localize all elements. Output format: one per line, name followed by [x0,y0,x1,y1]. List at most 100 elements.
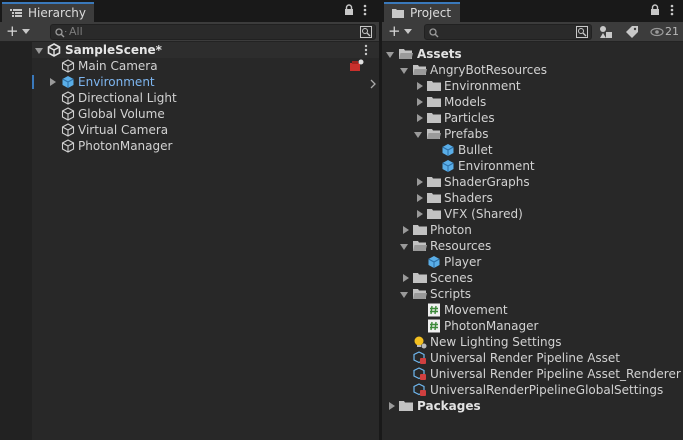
folder-open-icon [413,287,427,301]
tab-hierarchy[interactable]: Hierarchy [2,2,94,22]
fold-closed-icon[interactable] [389,402,395,410]
hierarchy-item-label: Global Volume [78,107,165,121]
hierarchy-panel: Hierarchy + All SampleScene* Main Camera… [0,0,379,440]
fold-closed-icon[interactable] [417,178,423,186]
folder-icon [427,191,441,205]
tree-item-vfx-shared[interactable]: VFX (Shared) [382,206,683,222]
label-icon[interactable] [624,24,640,40]
tree-item-shaders[interactable]: Shaders [382,190,683,206]
fold-closed-icon[interactable] [50,78,56,86]
hierarchy-item-label: Main Camera [78,59,158,73]
prefab-icon [61,75,75,89]
fold-closed-icon[interactable] [403,274,409,282]
tree-item-label: Scenes [430,271,473,285]
fold-open-icon[interactable] [35,48,43,54]
tree-item-angrybotresources[interactable]: AngryBotResources [382,62,683,78]
pipeline-asset-icon [413,383,427,397]
search-by-type-icon[interactable] [576,26,588,41]
tree-item-label: PhotonManager [444,319,539,333]
prefab-icon [427,255,441,269]
prefab-icon [441,143,455,157]
create-button[interactable]: + [4,24,34,40]
pipeline-asset-icon [413,367,427,381]
fold-closed-icon[interactable] [417,114,423,122]
tree-item-environment-folder[interactable]: Environment [382,78,683,94]
gameobject-icon [61,91,75,105]
tree-item-label: UniversalRenderPipelineGlobalSettings [430,383,664,397]
tab-project[interactable]: Project [384,2,460,22]
tree-item-environment-prefab[interactable]: Environment [382,158,683,174]
project-tree: Assets AngryBotResources Environment Mod… [382,42,683,440]
list-icon [10,5,22,23]
plus-icon: + [6,22,19,40]
project-tabbar: Project [382,0,683,22]
tree-item-label: Scripts [430,287,472,301]
lighting-icon [413,335,427,349]
tree-item-prefabs[interactable]: Prefabs [382,126,683,142]
tree-item-resources[interactable]: Resources [382,238,683,254]
tree-item-label: Universal Render Pipeline Asset_Renderer [430,367,681,381]
create-button[interactable]: + [386,24,416,40]
tree-item-photon[interactable]: Photon [382,222,683,238]
tree-item-urp-global-settings[interactable]: UniversalRenderPipelineGlobalSettings [382,382,683,398]
fold-open-icon[interactable] [386,52,394,58]
prefab-icon [441,159,455,173]
filter-icon[interactable] [598,24,614,40]
tree-item-models[interactable]: Models [382,94,683,110]
scene-row[interactable]: SampleScene* [34,42,379,58]
tree-item-player[interactable]: Player [382,254,683,270]
tree-item-urp-asset-renderer[interactable]: Universal Render Pipeline Asset_Renderer [382,366,683,382]
tree-item-label: Packages [417,399,481,413]
hierarchy-tabbar: Hierarchy [0,0,379,22]
plus-icon: + [388,22,401,40]
lock-icon[interactable] [344,4,354,19]
hierarchy-item-label: Environment [78,75,155,89]
fold-closed-icon[interactable] [417,82,423,90]
hierarchy-item-virtual-camera[interactable]: Virtual Camera [34,122,379,138]
tree-item-urp-asset[interactable]: Universal Render Pipeline Asset [382,350,683,366]
fold-closed-icon[interactable] [417,98,423,106]
folder-open-icon [413,63,427,77]
tree-item-label: Environment [444,79,521,93]
scene-name: SampleScene* [65,43,162,57]
menu-icon[interactable] [363,4,367,19]
fold-open-icon[interactable] [400,244,408,250]
tree-item-movement[interactable]: Movement [382,302,683,318]
hierarchy-item-main-camera[interactable]: Main Camera [34,58,379,74]
fold-closed-icon[interactable] [417,194,423,202]
hierarchy-item-global-volume[interactable]: Global Volume [34,106,379,122]
eye-icon[interactable]: 21 [650,24,680,40]
folder-icon [413,271,427,285]
fold-open-icon[interactable] [414,132,422,138]
tree-item-packages[interactable]: Packages [382,398,683,414]
script-icon [427,303,441,317]
project-panel: Project + 21 Assets AngryBotResources En… [382,0,683,440]
tree-item-label: Particles [444,111,495,125]
hierarchy-item-photon-manager[interactable]: PhotonManager [34,138,379,154]
search-icon [429,27,439,41]
tree-item-assets[interactable]: Assets [382,46,683,62]
tree-item-scripts[interactable]: Scripts [382,286,683,302]
fold-closed-icon[interactable] [417,210,423,218]
tree-item-particles[interactable]: Particles [382,110,683,126]
lock-icon[interactable] [650,4,660,19]
tree-item-bullet[interactable]: Bullet [382,142,683,158]
fold-open-icon[interactable] [400,292,408,298]
tree-item-label: Player [444,255,482,269]
project-search-input[interactable] [424,24,592,40]
tree-item-label: Assets [417,47,462,61]
hierarchy-item-environment[interactable]: Environment [34,74,379,90]
fold-closed-icon[interactable] [403,226,409,234]
hierarchy-toolbar: + All [0,22,379,42]
hierarchy-item-directional-light[interactable]: Directional Light [34,90,379,106]
fold-open-icon[interactable] [400,68,408,74]
search-by-type-icon[interactable] [360,26,372,41]
tree-item-new-lighting-settings[interactable]: New Lighting Settings [382,334,683,350]
tree-item-shadergraphs[interactable]: ShaderGraphs [382,174,683,190]
script-icon [427,319,441,333]
tree-item-scenes[interactable]: Scenes [382,270,683,286]
hierarchy-search-input[interactable]: All [50,24,376,40]
menu-icon[interactable] [670,4,674,19]
pipeline-asset-icon [413,351,427,365]
tree-item-photonmanager[interactable]: PhotonManager [382,318,683,334]
